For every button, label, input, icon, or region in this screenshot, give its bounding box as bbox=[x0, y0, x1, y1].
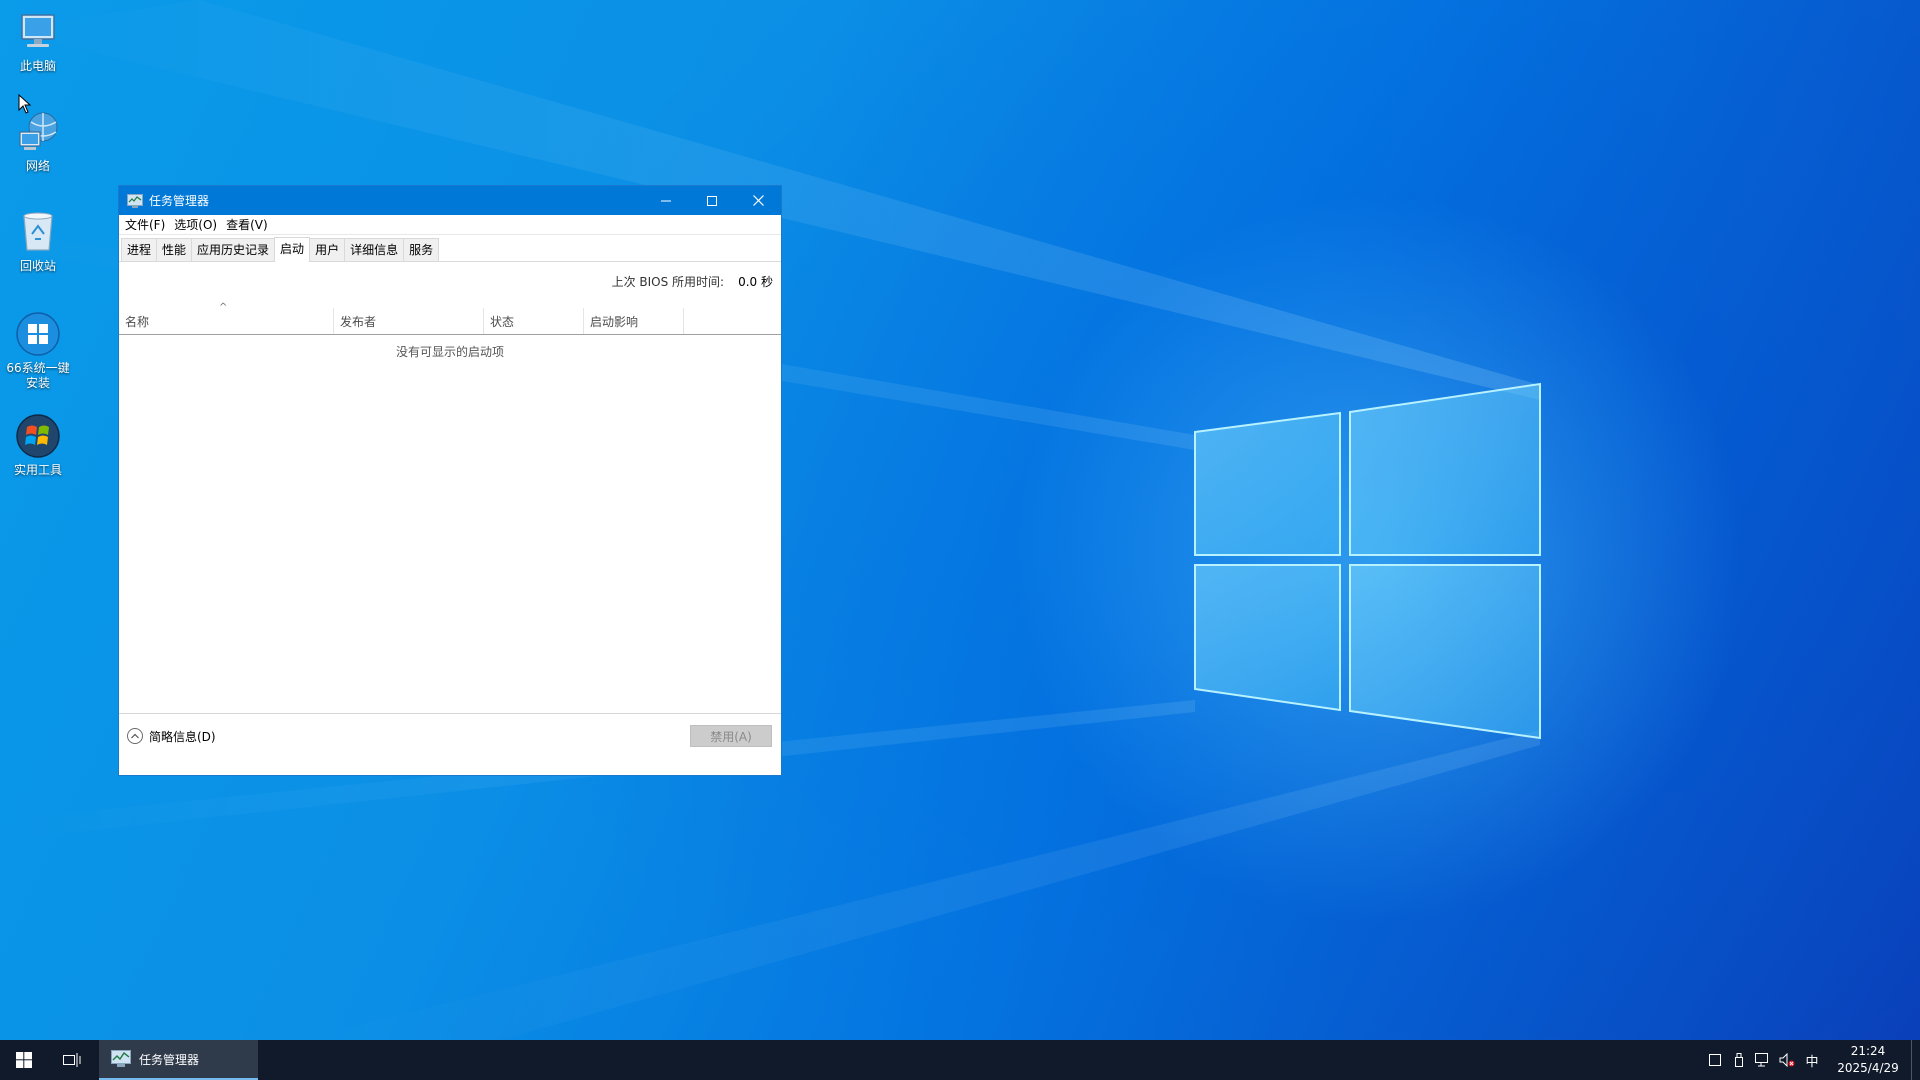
bios-time-value: 0.0 秒 bbox=[738, 274, 773, 289]
task-manager-icon bbox=[127, 193, 143, 208]
taskbar: 任务管理器 中 21:24 2025/4/29 bbox=[0, 1040, 1920, 1080]
taskbar-task-manager[interactable]: 任务管理器 bbox=[99, 1040, 258, 1080]
clock-time: 21:24 bbox=[1850, 1044, 1886, 1058]
column-header-row: ^ 名称 发布者 状态 启动影响 bbox=[119, 300, 781, 335]
start-button[interactable] bbox=[0, 1040, 48, 1080]
desktop-icon-label: 网络 bbox=[25, 159, 50, 173]
network-icon bbox=[14, 108, 62, 156]
desktop-icon-label: 实用工具 bbox=[13, 463, 62, 477]
desktop-icon-label: 回收站 bbox=[19, 259, 56, 273]
tab-details[interactable]: 详细信息 bbox=[344, 238, 405, 261]
minimize-icon bbox=[661, 200, 671, 201]
fewer-details-toggle[interactable]: 简略信息(D) bbox=[127, 728, 216, 745]
fewer-details-label: 简略信息(D) bbox=[149, 729, 216, 744]
desktop-icon-network[interactable]: 网络 bbox=[2, 108, 74, 174]
maximize-button[interactable] bbox=[689, 186, 735, 215]
empty-list-message: 没有可显示的启动项 bbox=[395, 345, 504, 359]
desktop-icon-label: 66系统一键 安装 bbox=[6, 361, 70, 390]
tab-strip: 进程 性能 应用历史记录 启动 用户 详细信息 服务 bbox=[119, 235, 781, 262]
utility-tools-icon bbox=[14, 412, 62, 460]
column-status[interactable]: 状态 bbox=[484, 308, 584, 334]
windows-start-icon bbox=[16, 1052, 32, 1068]
show-desktop-button[interactable] bbox=[1911, 1040, 1920, 1080]
column-publisher[interactable]: 发布者 bbox=[334, 308, 484, 334]
close-button[interactable] bbox=[735, 186, 781, 215]
volume-muted-icon[interactable] bbox=[1775, 1040, 1799, 1080]
network-status-icon[interactable] bbox=[1751, 1040, 1775, 1080]
close-icon bbox=[752, 195, 764, 206]
ime-indicator[interactable]: 中 bbox=[1799, 1051, 1825, 1070]
task-view-icon bbox=[63, 1053, 81, 1067]
desktop-icon-66-installer[interactable]: 66系统一键 安装 bbox=[2, 310, 74, 391]
action-center-icon[interactable] bbox=[1703, 1040, 1727, 1080]
desktop-icon-recycle-bin[interactable]: 回收站 bbox=[2, 208, 74, 274]
column-startup-impact[interactable]: 启动影响 bbox=[584, 308, 684, 334]
taskbar-task-label: 任务管理器 bbox=[139, 1052, 200, 1067]
task-manager-icon bbox=[111, 1050, 131, 1068]
tab-processes[interactable]: 进程 bbox=[121, 238, 158, 261]
mouse-cursor-icon bbox=[18, 94, 32, 114]
clock-date: 2025/4/29 bbox=[1837, 1061, 1899, 1075]
maximize-icon bbox=[707, 195, 717, 206]
startup-list[interactable]: 没有可显示的启动项 bbox=[119, 335, 781, 714]
tab-app-history[interactable]: 应用历史记录 bbox=[191, 238, 276, 261]
menu-options[interactable]: 选项(O) bbox=[172, 216, 224, 233]
task-manager-window[interactable]: 任务管理器 文件(F) 选项(O) 查看(V) 进程 性能 应用历史记录 启动 … bbox=[118, 185, 782, 776]
usb-device-icon[interactable] bbox=[1727, 1040, 1751, 1080]
menu-file[interactable]: 文件(F) bbox=[123, 216, 172, 233]
recycle-bin-icon bbox=[14, 208, 62, 256]
menu-view[interactable]: 查看(V) bbox=[224, 216, 275, 233]
tab-users[interactable]: 用户 bbox=[309, 238, 346, 261]
sort-ascending-icon: ^ bbox=[219, 302, 228, 313]
windows-logo bbox=[1194, 382, 1541, 740]
window-title: 任务管理器 bbox=[149, 194, 210, 208]
windows-installer-icon bbox=[14, 310, 62, 358]
taskbar-clock[interactable]: 21:24 2025/4/29 bbox=[1831, 1043, 1905, 1077]
window-footer: 简略信息(D) 禁用(A) bbox=[119, 714, 781, 758]
chevron-up-icon bbox=[127, 728, 143, 744]
tab-services[interactable]: 服务 bbox=[403, 238, 440, 261]
system-tray: 中 21:24 2025/4/29 bbox=[1703, 1040, 1920, 1080]
tab-startup[interactable]: 启动 bbox=[274, 237, 311, 262]
desktop-icon-this-pc[interactable]: 此电脑 bbox=[2, 8, 74, 74]
menu-bar: 文件(F) 选项(O) 查看(V) bbox=[119, 215, 781, 235]
bios-time-label: 上次 BIOS 所用时间: bbox=[611, 274, 725, 289]
minimize-button[interactable] bbox=[643, 186, 689, 215]
task-view-button[interactable] bbox=[48, 1040, 96, 1080]
desktop[interactable]: 此电脑 网络 回收站 66系统一键 安装 实用工具 任务管理器 文件(F) 选项… bbox=[0, 0, 1920, 1040]
tab-performance[interactable]: 性能 bbox=[156, 238, 193, 261]
disable-button[interactable]: 禁用(A) bbox=[690, 725, 772, 747]
title-bar[interactable]: 任务管理器 bbox=[119, 186, 781, 215]
computer-icon bbox=[14, 8, 62, 56]
bios-time-row: 上次 BIOS 所用时间: 0.0 秒 bbox=[119, 262, 781, 300]
desktop-icon-label: 此电脑 bbox=[19, 59, 56, 73]
desktop-icon-utilities[interactable]: 实用工具 bbox=[2, 412, 74, 478]
